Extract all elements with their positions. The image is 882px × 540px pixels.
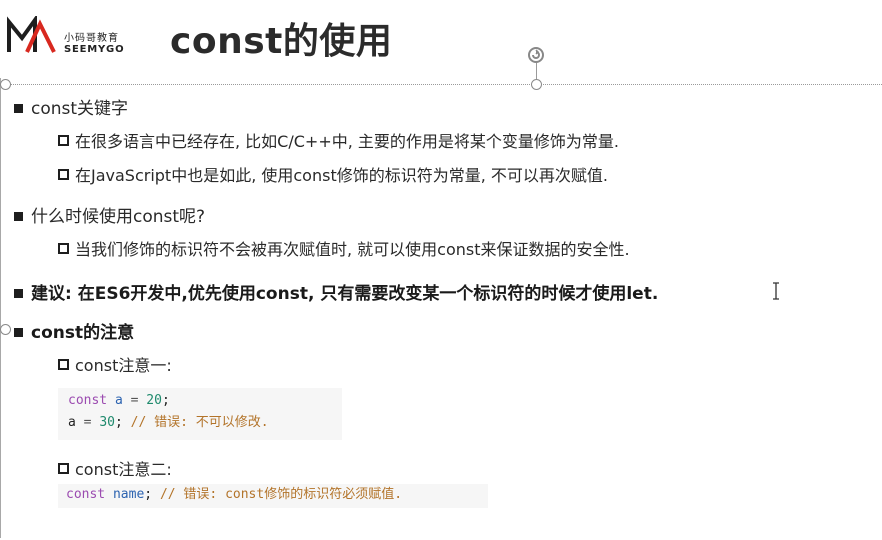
square-bullet-icon: [14, 328, 23, 337]
sub-bullet-note-1[interactable]: const注意一:: [58, 352, 172, 376]
square-bullet-icon: [14, 289, 23, 298]
sub-bullet[interactable]: 在很多语言中已经存在, 比如C/C++中, 主要的作用是将某个变量修饰为常量.: [58, 128, 619, 152]
code-keyword: const: [68, 393, 108, 408]
bullet-suggestion[interactable]: 建议: 在ES6开发中,优先使用const, 只有需要改变某一个标识符的时候才使…: [14, 279, 658, 304]
code-keyword: const: [66, 487, 106, 502]
seemygo-logo-icon: [7, 16, 56, 53]
slide-canvas: 小码哥教育 SEEMYGO const的使用 const关键字 在很多语言中已经…: [0, 0, 882, 540]
sub-bullet-text: 当我们修饰的标识符不会被再次赋值时, 就可以使用const来保证数据的安全性.: [75, 240, 630, 259]
seemygo-logo: 小码哥教育 SEEMYGO: [6, 16, 146, 60]
sub-bullet[interactable]: 在JavaScript中也是如此, 使用const修饰的标识符为常量, 不可以再…: [58, 162, 608, 186]
square-bullet-icon: [14, 104, 23, 113]
code-identifier: a: [114, 393, 123, 408]
hollow-square-bullet-icon: [58, 359, 69, 370]
sub-bullet[interactable]: 当我们修饰的标识符不会被再次赋值时, 就可以使用const来保证数据的安全性.: [58, 236, 630, 260]
sub-bullet-note-2[interactable]: const注意二:: [58, 456, 172, 480]
text-cursor-icon: [773, 282, 779, 300]
code-comment: // 错误: const修饰的标识符必须赋值.: [159, 487, 403, 502]
rotate-handle-icon[interactable]: [527, 46, 545, 64]
sub-bullet-text: 在很多语言中已经存在, 比如C/C++中, 主要的作用是将某个变量修饰为常量.: [75, 132, 619, 151]
selection-frame-top: [4, 84, 882, 85]
resize-handle-top-middle[interactable]: [531, 79, 542, 90]
code-operator: =: [75, 415, 100, 430]
logo-text-cn: 小码哥教育: [64, 33, 119, 44]
selection-frame-left: [0, 78, 5, 538]
resize-handle-middle-left[interactable]: [0, 324, 11, 335]
sub-bullet-text: 在JavaScript中也是如此, 使用const修饰的标识符为常量, 不可以再…: [75, 166, 608, 185]
sub-bullet-text: const注意一:: [75, 356, 172, 375]
hollow-square-bullet-icon: [58, 463, 69, 474]
bullet-const-notes[interactable]: const的注意: [14, 318, 134, 343]
resize-handle-top-left[interactable]: [0, 79, 11, 90]
code-number: 20: [146, 393, 162, 408]
code-identifier: a: [68, 415, 76, 430]
code-comment: // 错误: 不可以修改.: [130, 415, 269, 430]
sub-bullet-text: const注意二:: [75, 460, 172, 479]
bullet-when-use-const[interactable]: 什么时候使用const呢?: [14, 202, 205, 227]
square-bullet-icon: [14, 212, 23, 221]
bullet-text: const的注意: [31, 323, 135, 343]
bullet-text: 什么时候使用const呢?: [31, 207, 206, 227]
bullet-text: 建议: 在ES6开发中,优先使用const, 只有需要改变某一个标识符的时候才使…: [31, 284, 659, 304]
hollow-square-bullet-icon: [58, 243, 69, 254]
code-punct: ;: [114, 415, 131, 430]
code-block-1[interactable]: const a = 20; a = 30; // 错误: 不可以修改.: [58, 388, 342, 440]
code-number: 30: [99, 415, 115, 430]
code-punct: ;: [144, 487, 160, 502]
code-operator: =: [122, 393, 147, 408]
bullet-text: const关键字: [31, 99, 129, 119]
bullet-const-keyword[interactable]: const关键字: [14, 94, 128, 119]
logo-text-en: SEEMYGO: [64, 44, 125, 55]
hollow-square-bullet-icon: [58, 169, 69, 180]
hollow-square-bullet-icon: [58, 135, 69, 146]
code-punct: ;: [161, 393, 170, 408]
code-identifier: name: [112, 487, 145, 502]
code-block-2[interactable]: const name; // 错误: const修饰的标识符必须赋值.: [58, 484, 488, 508]
slide-title[interactable]: const的使用: [170, 12, 392, 64]
